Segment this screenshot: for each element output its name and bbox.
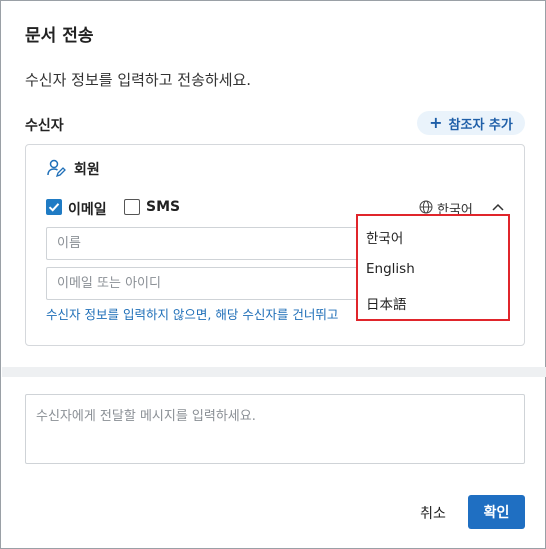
language-dropdown: 한국어 English 日本語	[356, 214, 510, 321]
add-reference-label: 참조자 추가	[448, 117, 513, 133]
recipient-section-label: 수신자	[25, 118, 64, 134]
person-edit-icon	[47, 159, 66, 178]
message-textarea[interactable]	[25, 394, 525, 464]
dialog-title: 문서 전송	[25, 26, 94, 46]
language-option-japanese[interactable]: 日本語	[366, 293, 407, 313]
email-or-id-input[interactable]	[46, 267, 376, 300]
add-reference-button[interactable]: + 참조자 추가	[417, 111, 525, 135]
sms-checkbox-label: SMS	[146, 199, 181, 215]
name-input[interactable]	[46, 227, 376, 260]
cancel-button[interactable]: 취소	[411, 499, 455, 527]
section-divider	[2, 367, 546, 377]
send-document-dialog: 문서 전송 수신자 정보를 입력하고 전송하세요. 수신자 + 참조자 추가 회…	[0, 0, 546, 549]
confirm-button[interactable]: 확인	[468, 495, 525, 529]
recipient-hint-text: 수신자 정보를 입력하지 않으면, 해당 수신자를 건너뛰고	[46, 307, 339, 322]
language-option-korean[interactable]: 한국어	[366, 227, 403, 247]
check-icon	[48, 203, 60, 212]
email-checkbox-label: 이메일	[68, 202, 107, 218]
dialog-description: 수신자 정보를 입력하고 전송하세요.	[25, 71, 252, 89]
sms-checkbox[interactable]	[124, 199, 140, 215]
globe-icon	[419, 200, 433, 214]
email-checkbox[interactable]	[46, 199, 62, 215]
chevron-up-icon[interactable]	[492, 203, 504, 211]
language-option-english[interactable]: English	[366, 261, 415, 277]
member-label: 회원	[74, 162, 100, 178]
plus-icon: +	[429, 113, 443, 132]
